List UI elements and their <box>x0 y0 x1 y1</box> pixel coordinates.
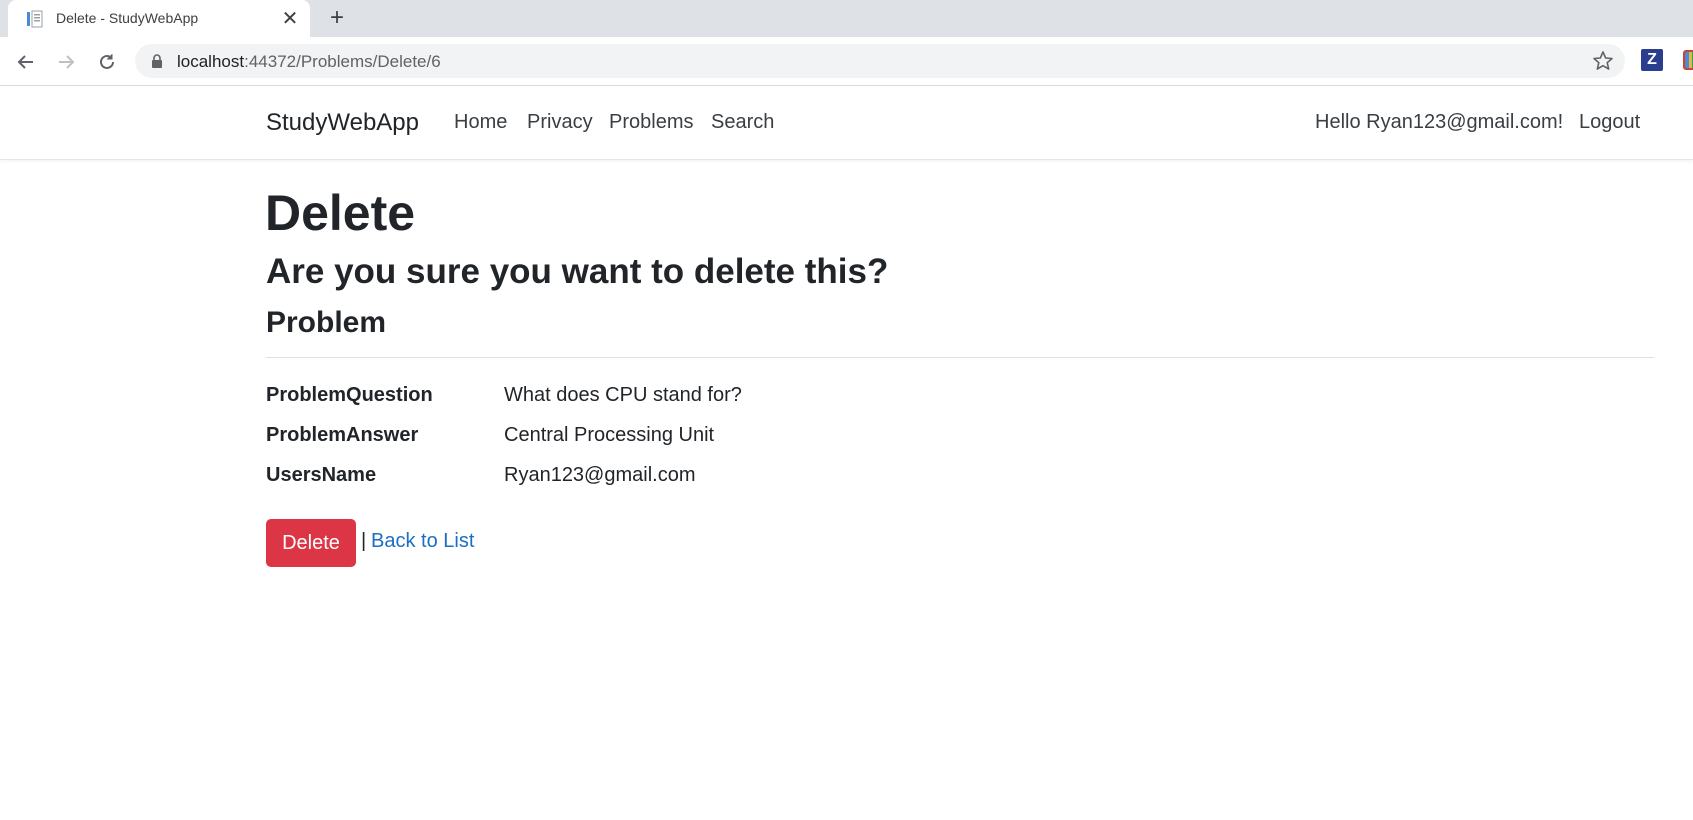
nav-link-search[interactable]: Search <box>711 111 774 134</box>
lock-icon <box>152 54 162 68</box>
site-navbar: StudyWebApp Home Privacy Problems Search… <box>0 87 1693 160</box>
url-path: :44372/Problems/Delete/6 <box>244 52 441 71</box>
confirm-question: Are you sure you want to delete this? <box>266 252 889 291</box>
logout-button[interactable]: Logout <box>1579 111 1640 134</box>
url-text[interactable]: localhost:44372/Problems/Delete/6 <box>177 52 441 72</box>
address-bar[interactable]: localhost:44372/Problems/Delete/6 <box>135 44 1625 78</box>
nav-link-problems[interactable]: Problems <box>609 111 693 134</box>
separator: | <box>361 530 367 552</box>
back-to-list-link[interactable]: Back to List <box>371 530 474 553</box>
field-label-problem-question: ProblemQuestion <box>266 384 433 406</box>
tab-title: Delete - StudyWebApp <box>56 10 199 26</box>
new-tab-icon[interactable]: + <box>325 6 349 30</box>
brand-link[interactable]: StudyWebApp <box>266 109 419 137</box>
browser-tab[interactable]: Delete - StudyWebApp ✕ <box>8 0 310 37</box>
field-label-users-name: UsersName <box>266 464 377 486</box>
nav-link-home[interactable]: Home <box>454 111 507 134</box>
user-greeting[interactable]: Hello Ryan123@gmail.com! <box>1315 111 1563 134</box>
bookmark-star-icon[interactable] <box>1592 50 1614 72</box>
reload-icon[interactable] <box>94 49 120 75</box>
forward-arrow-icon[interactable] <box>53 49 79 75</box>
zotero-extension-icon[interactable]: Z <box>1641 49 1663 71</box>
field-label-problem-answer: ProblemAnswer <box>266 424 419 446</box>
url-host: localhost <box>177 52 245 71</box>
extension-icon[interactable] <box>1683 50 1693 70</box>
close-tab-icon[interactable]: ✕ <box>280 9 300 29</box>
document-icon <box>27 10 43 28</box>
field-value-problem-question: What does CPU stand for? <box>504 384 742 406</box>
entity-heading: Problem <box>266 306 387 339</box>
field-value-users-name: Ryan123@gmail.com <box>504 464 696 486</box>
browser-tabstrip: Delete - StudyWebApp ✕ + <box>0 0 1693 37</box>
field-value-problem-answer: Central Processing Unit <box>504 424 715 446</box>
divider <box>266 357 1654 358</box>
back-arrow-icon[interactable] <box>13 49 39 75</box>
browser-toolbar: localhost:44372/Problems/Delete/6 Z <box>0 37 1693 86</box>
page-title: Delete <box>265 185 416 241</box>
delete-button[interactable]: Delete <box>266 519 356 567</box>
nav-link-privacy[interactable]: Privacy <box>527 111 593 134</box>
